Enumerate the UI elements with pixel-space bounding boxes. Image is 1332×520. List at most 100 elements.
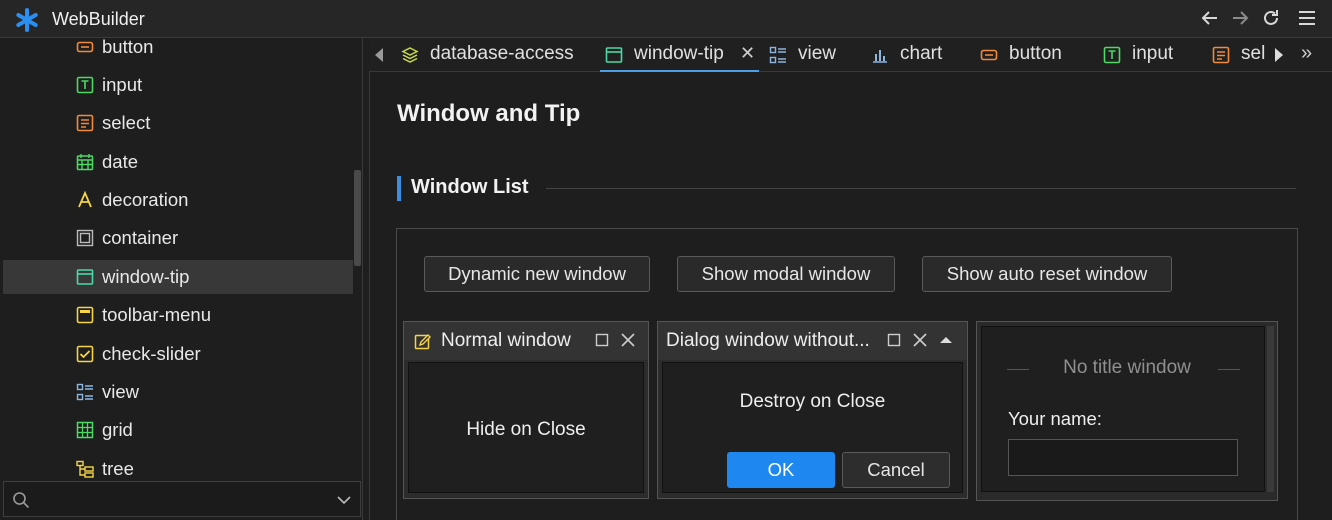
tab-button[interactable]: button (980, 38, 1080, 72)
edit-icon (414, 334, 431, 350)
dialog-window-body-text: Destroy on Close (739, 391, 886, 412)
sidebar-item-date[interactable]: date (3, 145, 353, 179)
section-divider (546, 188, 1296, 189)
fieldset-line-left (1007, 369, 1029, 370)
main-area: database-access window-tip ✕ view chart … (369, 38, 1332, 520)
tree-icon (76, 460, 94, 478)
tab-database-access[interactable]: database-access (401, 38, 591, 72)
app-title: WebBuilder (52, 9, 145, 29)
sidebar-item-window-tip[interactable]: window-tip (3, 260, 353, 294)
view-icon (76, 383, 93, 401)
content-area: Window and Tip Window List Dynamic new w… (369, 72, 1332, 520)
normal-window-body: Hide on Close (408, 362, 644, 493)
tab-bar: database-access window-tip ✕ view chart … (369, 38, 1332, 72)
sidebar-item-label: check-slider (102, 343, 201, 364)
calendar-icon (76, 154, 94, 171)
sidebar-item-tree[interactable]: tree (3, 452, 353, 481)
app-logo-icon (16, 8, 38, 32)
view-icon (769, 46, 786, 64)
sidebar-search-box[interactable] (3, 481, 361, 517)
tab-overflow-icon[interactable]: » (1301, 42, 1312, 65)
maximize-icon[interactable] (594, 332, 610, 348)
dialog-window: Dialog window without... Destroy on Clos… (657, 321, 968, 499)
normal-window-header[interactable]: Normal window (404, 322, 648, 360)
sidebar-item-check-slider[interactable]: check-slider (3, 337, 353, 371)
sidebar-list: button input select date decoration cont… (0, 38, 354, 481)
button-icon (980, 49, 998, 61)
database-icon (401, 47, 419, 63)
sidebar-item-toolbar-menu[interactable]: toolbar-menu (3, 298, 353, 332)
normal-window: Normal window Hide on Close (403, 321, 649, 499)
sidebar-item-label: tree (102, 458, 134, 479)
normal-window-body-text: Hide on Close (466, 419, 586, 440)
input-icon (1103, 46, 1121, 64)
sidebar-item-decoration[interactable]: decoration (3, 183, 353, 217)
tab-view[interactable]: view (769, 38, 849, 72)
sidebar-item-grid[interactable]: grid (3, 413, 353, 447)
sidebar-item-button[interactable]: button (3, 38, 353, 64)
maximize-icon[interactable] (886, 332, 902, 348)
tab-label: chart (900, 43, 943, 64)
your-name-label: Your name: (1008, 408, 1102, 429)
no-title-window-body: No title window Your name: (981, 326, 1265, 492)
tab-select[interactable]: sel (1212, 38, 1272, 72)
search-icon (13, 492, 30, 509)
close-icon[interactable]: ✕ (740, 43, 755, 64)
ok-button[interactable]: OK (727, 452, 835, 488)
no-title-window: No title window Your name: (976, 321, 1278, 501)
window-list-panel: Dynamic new window Show modal window Sho… (396, 228, 1298, 520)
collapse-icon[interactable] (938, 332, 954, 348)
dialog-window-header[interactable]: Dialog window without... (658, 322, 967, 360)
hamburger-icon[interactable] (1296, 7, 1318, 29)
dynamic-new-window-button[interactable]: Dynamic new window (424, 256, 650, 292)
window-icon (605, 47, 623, 63)
tab-input[interactable]: input (1103, 38, 1193, 72)
sidebar-item-label: button (102, 38, 154, 57)
dialog-window-title: Dialog window without... (666, 330, 870, 351)
sidebar-item-label: select (102, 112, 151, 133)
section-title: Window List (411, 176, 529, 198)
arrow-right-icon[interactable] (1229, 7, 1251, 29)
no-title-window-scrollbar[interactable] (1267, 326, 1274, 492)
tab-chart[interactable]: chart (871, 38, 956, 72)
window-icon (76, 269, 94, 285)
sidebar-item-label: toolbar-menu (102, 304, 212, 325)
tab-label: database-access (430, 43, 574, 64)
page-title: Window and Tip (397, 100, 581, 127)
fieldset-line-right (1218, 369, 1240, 370)
button-icon (76, 41, 94, 53)
input-icon (76, 76, 94, 94)
sidebar: button input select date decoration cont… (0, 38, 363, 520)
sidebar-item-label: decoration (102, 189, 189, 210)
arrow-left-icon[interactable] (1199, 7, 1221, 29)
no-title-window-legend: No title window (1063, 357, 1191, 378)
cancel-button[interactable]: Cancel (842, 452, 950, 488)
select-icon (1212, 46, 1230, 64)
tab-label: button (1009, 43, 1062, 64)
close-icon[interactable] (912, 332, 928, 348)
sidebar-item-label: window-tip (102, 266, 190, 287)
refresh-icon[interactable] (1260, 7, 1282, 29)
sidebar-item-select[interactable]: select (3, 106, 353, 140)
your-name-input[interactable] (1008, 439, 1238, 476)
font-icon (78, 191, 92, 208)
sidebar-item-label: container (102, 227, 179, 248)
tab-scroll-left-icon[interactable] (375, 48, 383, 62)
section-accent-bar (397, 176, 401, 201)
close-icon[interactable] (620, 332, 636, 348)
show-auto-reset-window-button[interactable]: Show auto reset window (922, 256, 1172, 292)
tab-label: input (1132, 43, 1174, 64)
show-modal-window-button[interactable]: Show modal window (677, 256, 895, 292)
sidebar-scrollbar-thumb[interactable] (354, 170, 361, 266)
sidebar-item-view[interactable]: view (3, 375, 353, 409)
chevron-down-icon[interactable] (336, 492, 352, 508)
sidebar-item-container[interactable]: container (3, 221, 353, 255)
tab-scroll-right-icon[interactable] (1275, 48, 1283, 62)
sidebar-item-input[interactable]: input (3, 68, 353, 102)
tab-label: window-tip (634, 43, 724, 64)
checkbox-icon (76, 345, 94, 363)
tab-window-tip[interactable]: window-tip ✕ (600, 38, 759, 72)
sidebar-item-label: input (102, 74, 143, 95)
tab-label: view (798, 43, 837, 64)
bar-chart-icon (873, 50, 887, 63)
